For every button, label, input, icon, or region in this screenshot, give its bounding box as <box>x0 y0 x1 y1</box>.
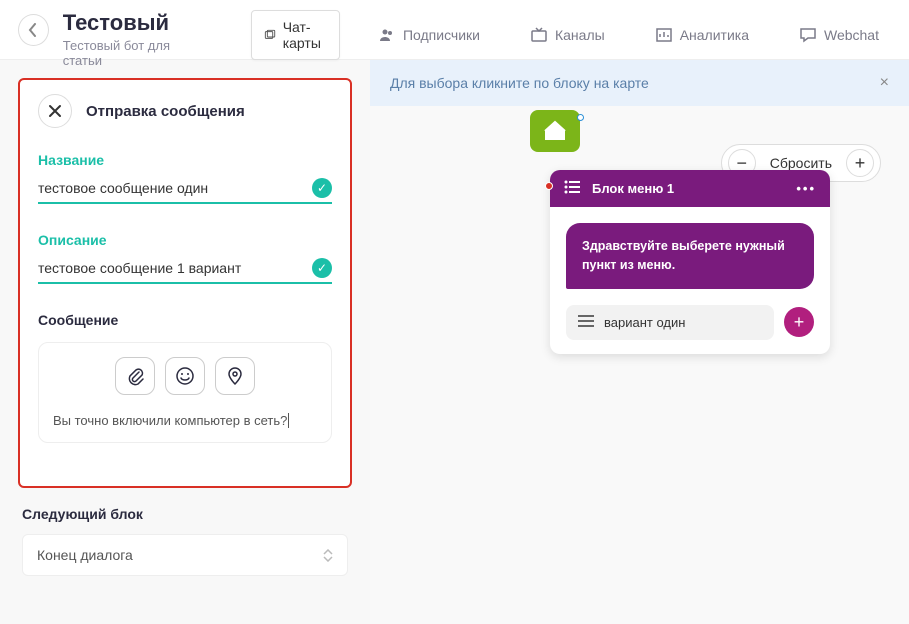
tab-label: Webchat <box>824 27 879 43</box>
info-close-button[interactable]: × <box>880 74 889 92</box>
location-button[interactable] <box>215 357 255 395</box>
flow-canvas[interactable]: Для выбора кликните по блоку на карте × … <box>370 60 909 624</box>
page-title: Тестовый <box>63 10 207 36</box>
back-button[interactable] <box>18 14 49 46</box>
attach-button[interactable] <box>115 357 155 395</box>
name-input[interactable] <box>38 180 312 196</box>
tv-icon <box>530 26 548 44</box>
list-icon <box>564 180 582 197</box>
tab-chat-maps[interactable]: Чат-карты <box>251 10 340 60</box>
tab-label: Аналитика <box>680 27 749 43</box>
node-title: Блок меню 1 <box>592 181 674 196</box>
connector-dot[interactable] <box>577 114 584 121</box>
home-node[interactable] <box>530 110 580 152</box>
zoom-in-button[interactable]: + <box>846 149 874 177</box>
info-text: Для выбора кликните по блоку на карте <box>390 75 649 91</box>
chevron-left-icon <box>28 23 38 37</box>
next-block-select[interactable]: Конец диалога <box>22 534 348 576</box>
tab-label: Каналы <box>555 27 605 43</box>
panel-title: Отправка сообщения <box>86 103 245 120</box>
home-icon <box>541 117 569 145</box>
connector-dot[interactable] <box>545 182 553 190</box>
pin-icon <box>225 366 245 386</box>
info-bar: Для выбора кликните по блоку на карте × <box>370 60 909 106</box>
people-icon <box>378 26 396 44</box>
next-block-label: Следующий блок <box>22 506 348 522</box>
paperclip-icon <box>125 366 145 386</box>
tab-label: Подписчики <box>403 27 480 43</box>
smile-icon <box>175 366 195 386</box>
close-icon <box>48 104 62 118</box>
reset-button[interactable]: Сбросить <box>766 155 836 171</box>
message-bubble: Здравствуйте выберете нужный пункт из ме… <box>566 223 814 289</box>
chart-icon <box>655 26 673 44</box>
tab-channels[interactable]: Каналы <box>518 18 617 52</box>
message-panel: Отправка сообщения Название ✓ Описание ✓ <box>18 78 352 488</box>
tab-analytics[interactable]: Аналитика <box>643 18 761 52</box>
tab-label: Чат-карты <box>283 19 327 51</box>
menu-block-node[interactable]: Блок меню 1 ••• Здравствуйте выберете ну… <box>550 170 830 354</box>
emoji-button[interactable] <box>165 357 205 395</box>
chevron-updown-icon <box>323 549 333 562</box>
chat-icon <box>799 26 817 44</box>
option-label: вариант один <box>604 315 685 330</box>
description-input[interactable] <box>38 260 312 276</box>
cards-icon <box>264 26 276 44</box>
tab-webchat[interactable]: Webchat <box>787 18 891 52</box>
check-icon: ✓ <box>312 178 332 198</box>
close-button[interactable] <box>38 94 72 128</box>
check-icon: ✓ <box>312 258 332 278</box>
next-block-value: Конец диалога <box>37 547 133 563</box>
name-label: Название <box>38 152 332 168</box>
menu-option[interactable]: вариант один <box>566 305 774 340</box>
add-option-button[interactable]: + <box>784 307 814 337</box>
description-label: Описание <box>38 232 332 248</box>
message-textarea[interactable]: Вы точно включили компьютер в сеть? <box>53 413 317 428</box>
menu-icon <box>578 314 594 331</box>
tab-subscribers[interactable]: Подписчики <box>366 18 492 52</box>
node-menu-button[interactable]: ••• <box>796 181 816 196</box>
message-label: Сообщение <box>38 312 332 328</box>
message-box: Вы точно включили компьютер в сеть? <box>38 342 332 443</box>
